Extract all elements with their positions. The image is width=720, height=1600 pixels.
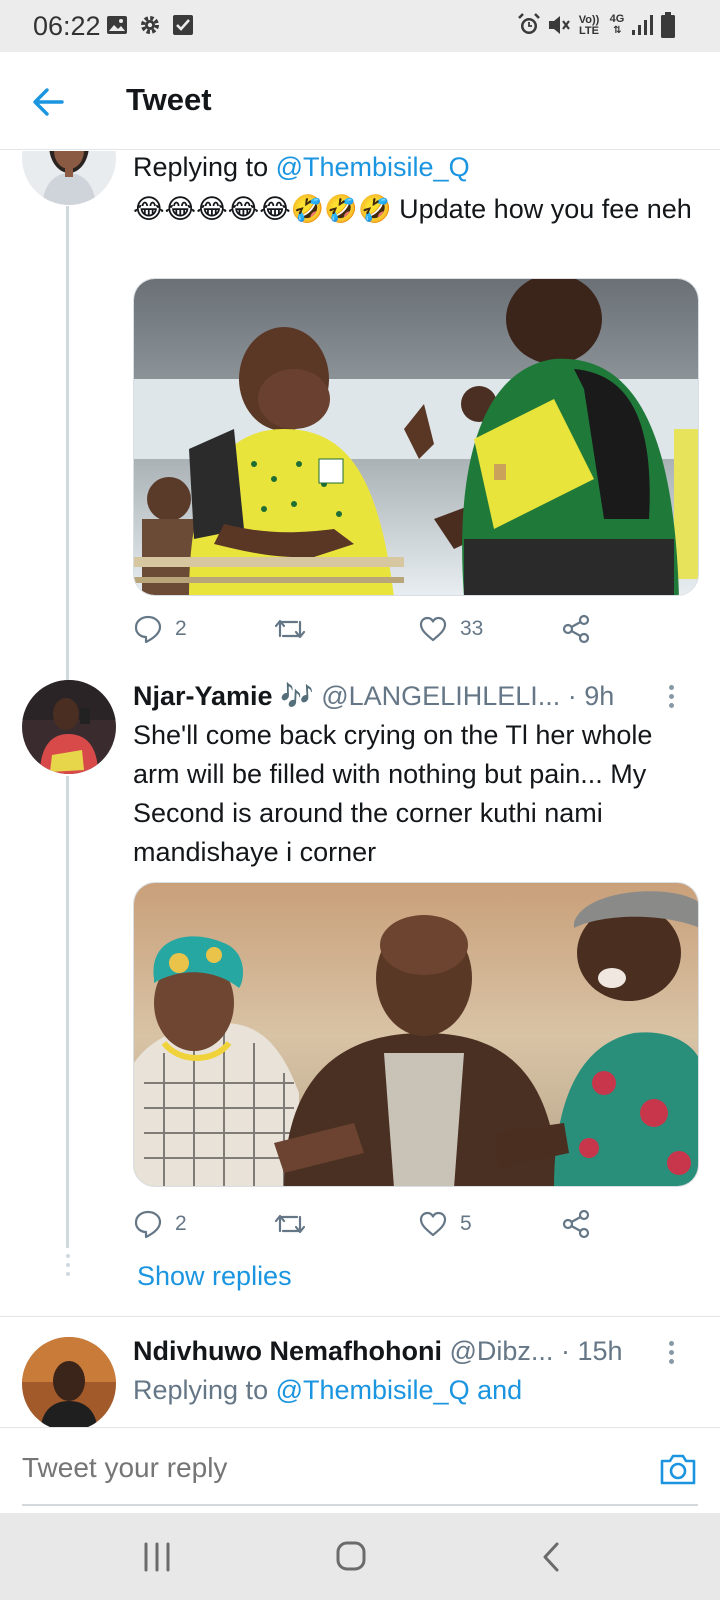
volte-icon: Vo)) LTE <box>578 15 600 37</box>
image-icon <box>107 16 127 34</box>
reply-composer <box>0 1427 720 1513</box>
replying-to: Replying to @Thembisile_Q and <box>133 1371 522 1410</box>
home-icon[interactable] <box>332 1538 372 1576</box>
mute-icon <box>549 16 570 34</box>
tweet-emojis: 😂😂😂😂😂🤣🤣🤣 <box>133 194 392 224</box>
replying-to: Replying to @Thembisile_Q <box>133 151 470 187</box>
divider <box>0 1316 720 1317</box>
user-handle[interactable]: @Dibz... <box>450 1336 554 1366</box>
more-options-icon[interactable] <box>667 1341 675 1365</box>
like-count: 5 <box>460 1212 472 1235</box>
reply-count: 2 <box>175 1212 187 1235</box>
avatar[interactable] <box>22 1337 116 1427</box>
tweet-thread[interactable]: Replying to @Thembisile_Q 😂😂😂😂😂🤣🤣🤣 Updat… <box>0 151 720 1427</box>
thread-line <box>66 206 69 686</box>
gear-icon <box>141 16 159 34</box>
like-button[interactable]: 5 <box>418 1204 472 1244</box>
system-nav-bar <box>0 1513 720 1600</box>
reply-icon <box>134 615 162 644</box>
checkbox-icon <box>173 15 193 35</box>
tweet-photo[interactable] <box>133 882 699 1187</box>
like-count: 33 <box>460 617 484 640</box>
tweet-header: Ndivhuwo Nemafhohoni @Dibz... · 15h <box>133 1332 623 1371</box>
retweet-button[interactable] <box>273 609 319 649</box>
status-time: 06:22 <box>33 11 101 41</box>
share-icon <box>562 1209 590 1239</box>
tweet-time: · 9h <box>567 681 615 711</box>
show-replies-link[interactable]: Show replies <box>137 1261 292 1292</box>
signal-icon <box>632 15 653 35</box>
reply-icon <box>134 1210 162 1239</box>
recents-icon[interactable] <box>138 1538 178 1576</box>
replying-prefix: Replying to <box>133 152 276 182</box>
alarm-icon <box>518 13 540 34</box>
tweet-photo[interactable] <box>133 278 699 596</box>
user-name[interactable]: Njar-Yamie <box>133 681 273 711</box>
photo-laughing-men <box>134 279 698 595</box>
user-name[interactable]: Ndivhuwo Nemafhohoni <box>133 1336 442 1366</box>
like-button[interactable]: 33 <box>418 609 483 649</box>
replying-handle-link[interactable]: @Thembisile_Q and <box>276 1375 523 1405</box>
tweet-body: Update how you fee neh <box>391 194 692 224</box>
thread-dots <box>66 1254 70 1281</box>
retweet-button[interactable] <box>273 1204 319 1244</box>
share-button[interactable] <box>561 1204 591 1244</box>
tweet-header: Njar-Yamie 🎶 @LANGELIHLELI... · 9h <box>133 677 614 716</box>
heart-icon <box>419 1211 447 1237</box>
photo-elderly-people <box>134 883 698 1186</box>
retweet-icon <box>274 619 306 639</box>
battery-icon <box>661 12 675 38</box>
more-options-icon[interactable] <box>667 685 675 709</box>
reply-button[interactable]: 2 <box>133 1204 187 1244</box>
share-button[interactable] <box>561 609 591 649</box>
tweet-text: 😂😂😂😂😂🤣🤣🤣 Update how you fee neh <box>133 190 698 229</box>
reply-count: 2 <box>175 617 187 640</box>
tweet-time: · 15h <box>560 1336 623 1366</box>
network-4g-icon: 4G ⇅ <box>609 13 625 37</box>
avatar[interactable] <box>22 680 116 774</box>
tweet-actions: 2 33 <box>133 609 613 649</box>
status-bar: 06:22 Vo)) LTE 4G ⇅ <box>0 0 720 52</box>
user-handle[interactable]: @LANGELIHLELI... <box>321 681 560 711</box>
camera-icon[interactable] <box>659 1452 697 1486</box>
network-label: 4G <box>609 13 625 25</box>
replying-handle-link[interactable]: @Thembisile_Q <box>276 152 470 182</box>
volte-bottom-label: LTE <box>579 25 599 37</box>
share-icon <box>562 614 590 644</box>
name-emoji: 🎶 <box>280 681 314 711</box>
back-icon[interactable] <box>535 1538 575 1576</box>
arrow-left-icon[interactable] <box>28 82 68 122</box>
top-bar: Tweet <box>0 52 720 150</box>
heart-icon <box>419 616 447 642</box>
tweet-text: She'll come back crying on the Tl her wh… <box>133 720 653 867</box>
tweet-actions: 2 5 <box>133 1204 613 1244</box>
replying-prefix: Replying to <box>133 1375 276 1405</box>
page-title: Tweet <box>126 82 212 117</box>
reply-input[interactable] <box>22 1448 622 1488</box>
thread-line <box>66 776 69 1248</box>
retweet-icon <box>274 1214 306 1234</box>
reply-button[interactable]: 2 <box>133 609 187 649</box>
avatar[interactable] <box>22 151 116 205</box>
composer-underline <box>22 1504 698 1506</box>
